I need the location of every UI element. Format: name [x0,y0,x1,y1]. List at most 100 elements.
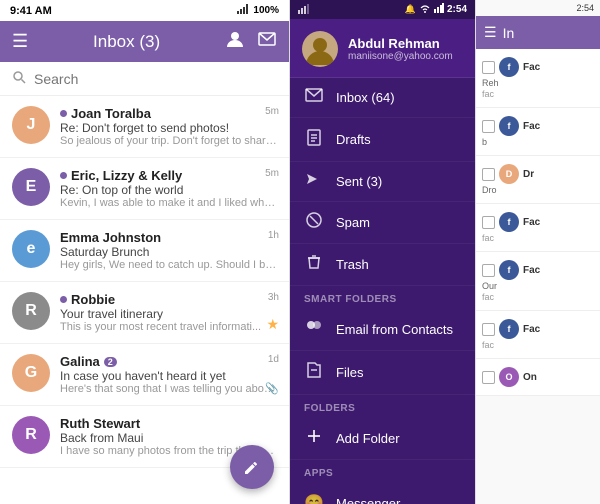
right-avatar: D [499,164,519,184]
right-menu-icon[interactable]: ☰ [484,24,497,41]
star-icon: ★ [266,316,279,333]
email-checkbox[interactable] [482,323,495,336]
email-preview: So jealous of your trip. Don't forget to… [60,135,277,147]
email-item[interactable]: JJoan ToralbaRe: Don't forget to send ph… [0,96,289,158]
email-preview: Hey girls, We need to catch up. Should I… [60,259,277,271]
right-email-item[interactable]: fFacRehfac [476,49,600,108]
email-time: 5m [265,168,279,179]
drawer-item[interactable]: Sent (3) [290,162,475,202]
messenger-icon: 😊 [304,493,324,504]
smart-folders-header: Smart Folders [290,286,475,309]
email-time: 1h [268,230,279,241]
email-checkbox[interactable] [482,371,495,384]
email-preview: Here's that song that I was telling you … [60,383,277,395]
email-checkbox[interactable] [482,168,495,181]
middle-status-right: 🔔 2:54 [405,3,467,16]
right-email-item[interactable]: fFacfac [476,311,600,359]
right-email-row1: fFac [482,319,594,339]
attachment-icon: 📎 [265,382,279,395]
drawer-item[interactable]: Drafts [290,118,475,162]
profile-icon[interactable] [225,29,245,54]
folder-item-label: Add Folder [336,431,400,446]
right-email-item[interactable]: fFacfac [476,204,600,252]
app-item[interactable]: 😊 Messenger [290,483,475,504]
email-time: 3h [268,292,279,303]
drawer-name: Abdul Rehman [348,36,453,51]
sender-name: Eric, Lizzy & Kelly [60,168,277,183]
email-checkbox[interactable] [482,264,495,277]
battery-text: 100% [253,5,279,16]
avatar: R [12,292,50,330]
drawer-profile: Abdul Rehman maniisone@yahoo.com [290,19,475,78]
right-title: In [503,25,515,41]
email-time: 5m [265,106,279,117]
folders-header: Folders [290,395,475,418]
avatar: R [12,416,50,454]
email-content: Emma JohnstonSaturday BrunchHey girls, W… [60,230,277,271]
compose-icon[interactable] [257,29,277,54]
drawer-item-label: Inbox (64) [336,90,395,105]
search-input[interactable] [34,71,277,87]
drawer-item-icon [304,128,324,151]
drawer-email: maniisone@yahoo.com [348,51,453,62]
add-folder-icon [304,428,324,449]
email-subject: Saturday Brunch [60,245,277,259]
avatar: G [12,354,50,392]
smart-folder-label: Email from Contacts [336,322,453,337]
right-email-item[interactable]: fFacOurfac [476,252,600,311]
mid-time: 2:54 [447,4,467,15]
smart-folder-item[interactable]: Files [290,351,475,395]
toolbar-right-icons [225,29,277,54]
right-sender: On [523,372,537,383]
drawer-item[interactable]: Inbox (64) [290,78,475,118]
email-list: JJoan ToralbaRe: Don't forget to send ph… [0,96,289,504]
right-sender: Fac [523,265,540,276]
right-email-row1: f Fac [482,116,594,136]
inbox-title: Inbox (3) [93,32,160,52]
right-time: 2:54 [576,3,594,13]
avatar: J [12,106,50,144]
right-avatar: O [499,367,519,387]
right-email-item[interactable]: f Fac b [476,108,600,156]
email-checkbox[interactable] [482,61,495,74]
email-checkbox[interactable] [482,120,495,133]
sender-name: Robbie [60,292,277,307]
email-content: Galina2In case you haven't heard it yetH… [60,354,277,395]
right-avatar: f [499,260,519,280]
right-email-item[interactable]: O On [476,359,600,396]
drawer-item-label: Sent (3) [336,174,382,189]
right-avatar: f [499,212,519,232]
email-subject: Re: On top of the world [60,183,277,197]
sender-name: Ruth Stewart [60,416,277,431]
drawer-item-icon [304,254,324,275]
right-sender: Fac [523,217,540,228]
smart-folder-item[interactable]: Email from Contacts [290,309,475,351]
profile-avatar [302,31,338,67]
right-subject: Dro [482,185,594,195]
signal-icon [237,4,249,17]
email-item[interactable]: e Emma JohnstonSaturday BrunchHey girls, … [0,220,289,282]
email-item[interactable]: EEric, Lizzy & KellyRe: On top of the wo… [0,158,289,220]
avatar: e [12,230,50,268]
email-preview: Kevin, I was able to make it and I liked… [60,197,277,209]
menu-icon[interactable]: ☰ [12,31,28,52]
search-icon [12,70,26,87]
right-email-item[interactable]: DDrDro [476,156,600,204]
right-preview: fac [482,340,594,350]
drawer-item[interactable]: Spam [290,202,475,244]
email-item[interactable]: RRobbieYour travel itineraryThis is your… [0,282,289,344]
email-subject: Your travel itinerary [60,307,277,321]
right-email-row1: DDr [482,164,594,184]
folder-item[interactable]: Add Folder [290,418,475,460]
drawer-profile-info: Abdul Rehman maniisone@yahoo.com [348,36,453,62]
right-email-row1: f Fac [482,212,594,232]
right-sender: Fac [523,121,540,132]
email-checkbox[interactable] [482,216,495,229]
email-item[interactable]: G Galina2In case you haven't heard it yet… [0,344,289,406]
smart-folder-icon [304,361,324,384]
app-item-label: Messenger [336,496,400,504]
right-avatar: f [499,116,519,136]
compose-fab[interactable] [230,445,274,489]
right-subject: b [482,137,594,147]
drawer-item[interactable]: Trash [290,244,475,286]
